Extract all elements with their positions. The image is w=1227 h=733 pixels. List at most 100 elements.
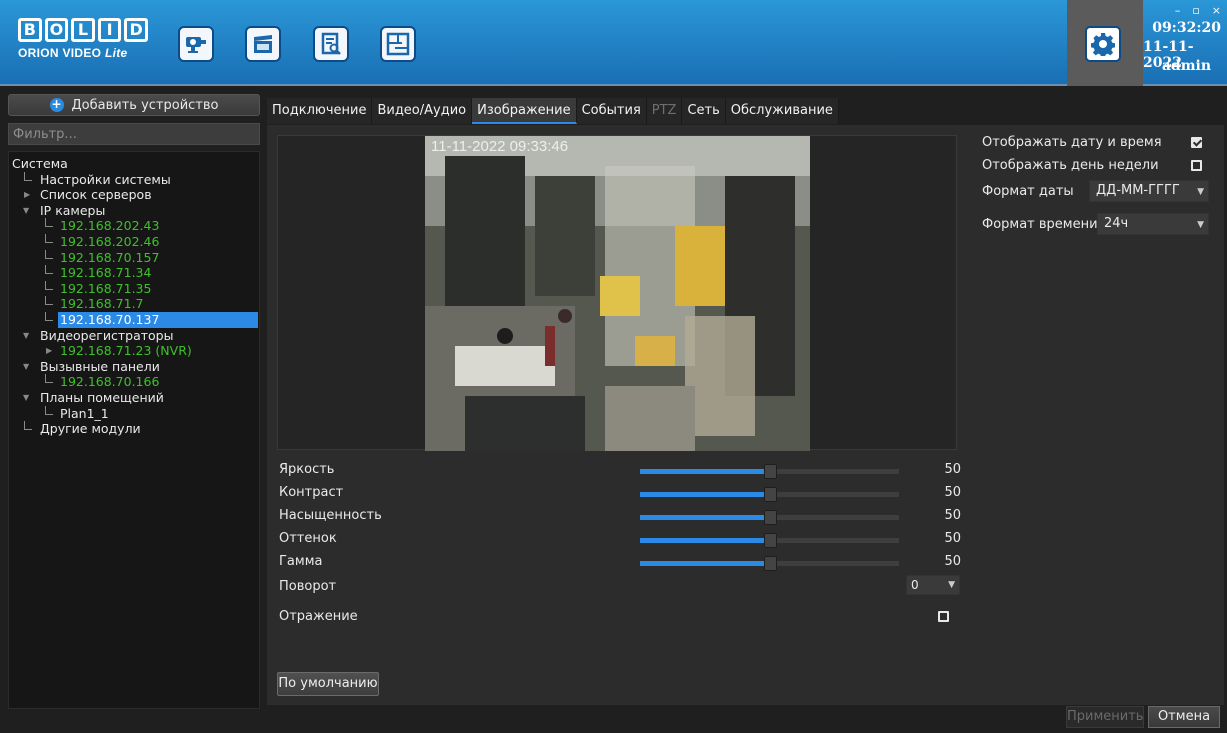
tab-maintenance[interactable]: Обслуживание [725,98,839,124]
device-tree: Система Настройки системы ▶ Список сервер… [8,151,260,709]
tree-item-camera-selected[interactable]: 192.168.70.137 [9,311,259,328]
brightness-value: 50 [944,462,961,477]
tab-video-audio[interactable]: Видео/Аудио [372,98,473,124]
tree-item-camera[interactable]: 192.168.71.34 [9,265,259,281]
tree-item-camera[interactable]: 192.168.71.35 [9,280,259,297]
slider-handle[interactable] [763,487,777,502]
tree-item-ip-cameras[interactable]: ▼ IP камеры [9,203,259,219]
camera-scene-image [425,136,810,451]
contrast-slider-row: Контраст 50 [277,483,967,503]
clock-time: 09:32:20 [1152,20,1221,36]
chevron-down-icon: ▼ [1197,187,1204,197]
maximize-icon[interactable]: ▫ [1192,4,1199,17]
date-format-select[interactable]: ДД-ММ-ГГГГ ▼ [1089,180,1209,202]
close-icon[interactable]: × [1212,4,1221,17]
settings-button[interactable] [1085,26,1121,62]
rotation-label: Поворот [279,579,337,594]
collapse-arrow-icon[interactable]: ▼ [23,203,29,219]
tree-item-call-panels[interactable]: ▼ Вызывные панели [9,359,259,375]
camera-preview-image: 11-11-2022 09:33:46 [425,136,810,451]
logo-mark: BOLID [18,18,148,42]
floor-plan-icon [386,32,410,56]
tree-item-floor-plans[interactable]: ▼ Планы помещений [9,390,259,406]
cameras-nav-button[interactable] [178,26,214,62]
collapse-arrow-icon[interactable]: ▼ [23,328,29,344]
time-format-select[interactable]: 24ч ▼ [1097,213,1209,235]
events-log-nav-button[interactable] [313,26,349,62]
chevron-down-icon: ▼ [948,580,955,590]
tree-item-camera[interactable]: 192.168.70.157 [9,249,259,266]
cancel-button[interactable]: Отмена [1148,706,1220,728]
tab-ptz: PTZ [646,98,683,124]
saturation-slider[interactable] [640,510,899,525]
slider-handle[interactable] [763,510,777,525]
saturation-slider-row: Насыщенность 50 [277,506,967,526]
tab-connection[interactable]: Подключение [267,98,373,124]
tree-item-system-settings[interactable]: Настройки системы [9,171,259,188]
gamma-slider-row: Гамма 50 [277,552,967,572]
sidebar: + Добавить устройство Система Настройки … [8,94,260,709]
saturation-label: Насыщенность [279,508,382,523]
show-weekday-label: Отображать день недели [982,158,1159,173]
tab-image[interactable]: Изображение [472,98,577,124]
chevron-down-icon: ▼ [1197,220,1204,230]
time-format-label: Формат времени [982,217,1098,232]
expand-arrow-icon[interactable]: ▶ [46,343,52,359]
camera-icon [186,37,206,53]
settings-tabs: Подключение Видео/Аудио Изображение Собы… [267,98,839,124]
video-preview-area: 11-11-2022 09:33:46 [277,135,957,451]
tree-item-recorder[interactable]: ▶ 192.168.71.23 (NVR) [9,343,259,359]
tab-network[interactable]: Сеть [682,98,726,124]
slider-handle[interactable] [763,533,777,548]
tree-item-plan[interactable]: Plan1_1 [9,405,259,422]
slider-handle[interactable] [763,556,777,571]
current-user: admin [1161,58,1211,74]
collapse-arrow-icon[interactable]: ▼ [23,359,29,375]
tree-item-camera[interactable]: 192.168.202.43 [9,218,259,234]
mirror-label: Отражение [279,609,358,624]
tab-events[interactable]: События [576,98,647,124]
rotation-value: 0 [911,578,919,592]
video-timestamp-overlay: 11-11-2022 09:33:46 [431,138,569,155]
hue-value: 50 [944,531,961,546]
apply-button[interactable]: Применить [1066,706,1144,728]
rotation-select[interactable]: 0 ▼ [906,575,960,595]
defaults-button[interactable]: По умолчанию [277,672,379,696]
brightness-label: Яркость [279,462,335,477]
tree-item-call-panel[interactable]: 192.168.70.166 [9,374,259,390]
show-weekday-checkbox[interactable] [1191,160,1202,171]
tree-item-system[interactable]: Система [9,156,259,172]
minimize-icon[interactable]: – [1175,4,1181,17]
tree-item-camera[interactable]: 192.168.202.46 [9,233,259,250]
collapse-arrow-icon[interactable]: ▼ [23,390,29,406]
tree-item-camera[interactable]: 192.168.71.7 [9,296,259,312]
logo-subtitle: ORION VIDEO Lite [18,46,128,60]
show-datetime-checkbox[interactable] [1191,137,1202,148]
contrast-slider[interactable] [640,487,899,502]
date-format-value: ДД-ММ-ГГГГ [1096,183,1180,198]
hue-slider[interactable] [640,533,899,548]
archive-nav-button[interactable] [245,26,281,62]
mirror-checkbox[interactable] [938,611,949,622]
saturation-value: 50 [944,508,961,523]
gamma-label: Гамма [279,554,323,569]
expand-arrow-icon[interactable]: ▶ [24,187,30,203]
clock-panel: – ▫ × 09:32:20 11-11-2022 admin [1143,0,1227,86]
plans-nav-button[interactable] [380,26,416,62]
brightness-slider[interactable] [640,464,899,479]
image-settings-panel: 11-11-2022 09:33:46 Яркость 50 Контраст … [267,125,1224,705]
hue-slider-row: Оттенок 50 [277,529,967,549]
tree-item-servers[interactable]: ▶ Список серверов [9,187,259,203]
tree-item-recorders[interactable]: ▼ Видеорегистраторы [9,328,259,344]
slider-handle[interactable] [763,464,777,479]
app-window: BOLID ORION VIDEO Lite – ▫ × 09:32:20 11… [0,0,1227,733]
hue-label: Оттенок [279,531,337,546]
gamma-value: 50 [944,554,961,569]
gamma-slider[interactable] [640,556,899,571]
gear-icon [1091,33,1115,56]
filter-input[interactable] [8,123,260,145]
contrast-value: 50 [944,485,961,500]
plus-icon: + [49,97,64,112]
add-device-button[interactable]: + Добавить устройство [8,94,260,116]
tree-item-other-modules[interactable]: Другие модули [9,421,259,437]
